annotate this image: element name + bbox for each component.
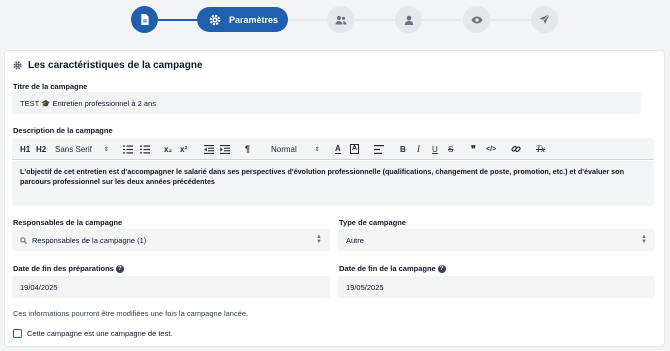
prep-end-date-input[interactable]: 19/04/2025 xyxy=(12,276,330,298)
step-connector xyxy=(422,19,462,21)
step-label: Paramètres xyxy=(229,14,279,25)
campaign-type-select[interactable]: Autre ▲ ▼ xyxy=(338,229,655,251)
section-title: Les caractéristiques de la campagne xyxy=(13,60,203,71)
campaign-type-label: Type de campagne xyxy=(339,218,406,227)
bold-label: B xyxy=(400,144,406,154)
underline-button[interactable]: U xyxy=(432,138,438,160)
size-select-value: Normal xyxy=(271,144,297,154)
step-connector xyxy=(354,19,394,21)
blockquote-button[interactable]: ❞ xyxy=(471,138,476,160)
campaign-title-value: TEST 🎓 Entretien professionnel à 2 ans xyxy=(20,98,156,108)
step-participants[interactable] xyxy=(327,6,354,33)
strike-label: S xyxy=(448,144,454,154)
prep-end-label: Date de fin des préparations ? xyxy=(13,264,124,273)
campaign-title-input[interactable]: TEST 🎓 Entretien professionnel à 2 ans xyxy=(12,92,641,114)
ordered-list-button[interactable] xyxy=(123,138,133,160)
step-send[interactable] xyxy=(531,6,558,33)
chevron-updown-icon: ▲ ▼ xyxy=(641,234,647,245)
size-select[interactable]: Normal ⇕ xyxy=(271,138,320,160)
users-icon xyxy=(335,15,346,24)
step-connector xyxy=(158,19,198,21)
step-parametres[interactable]: Paramètres xyxy=(197,7,288,32)
quote-icon: ❞ xyxy=(471,143,476,154)
stepper: Paramètres xyxy=(0,6,670,34)
subscript-button[interactable]: x₂ xyxy=(164,138,172,160)
h1-label: H1 xyxy=(20,144,31,154)
italic-button[interactable]: I xyxy=(417,138,420,160)
campaign-end-label: Date de fin de la campagne ? xyxy=(339,264,446,273)
paragraph-icon: ¶ xyxy=(245,144,251,154)
background-color-icon: A xyxy=(350,144,360,154)
step-connector xyxy=(490,19,530,21)
gear-icon xyxy=(209,14,221,25)
text-direction-button[interactable]: ¶ xyxy=(245,138,250,160)
indent-button[interactable] xyxy=(220,138,230,160)
test-campaign-row: Cette campagne est une campagne de test. xyxy=(13,329,173,338)
campaign-type-value: Autre xyxy=(346,235,364,245)
align-icon xyxy=(374,144,384,154)
h1-button[interactable]: H1 xyxy=(20,138,30,160)
help-icon[interactable]: ? xyxy=(115,264,124,273)
subscript-label: x₂ xyxy=(164,144,173,154)
campaign-end-label-text: Date de fin de la campagne xyxy=(339,264,436,273)
text-color-button[interactable]: A xyxy=(335,138,341,160)
chevron-updown-icon: ⇕ xyxy=(103,146,109,153)
bullet-list-icon xyxy=(140,144,150,154)
campaign-end-date-input[interactable]: 19/05/2025 xyxy=(338,276,655,298)
test-campaign-checkbox[interactable] xyxy=(13,329,22,338)
code-icon: </> xyxy=(486,145,497,153)
owners-value: Responsables de la campagne (1) xyxy=(32,235,147,245)
chevron-updown-icon: ▲ ▼ xyxy=(316,234,322,245)
superscript-button[interactable]: x² xyxy=(180,138,187,160)
info-text: Ces informations pourront être modifiées… xyxy=(13,309,249,318)
chevron-updown-icon: ⇕ xyxy=(314,146,320,153)
font-select-value: Sans Serif xyxy=(55,144,92,154)
description-label: Description de la campagne xyxy=(13,126,113,135)
h2-label: H2 xyxy=(36,144,47,154)
step-evaluateur[interactable] xyxy=(395,6,422,33)
ordered-list-icon xyxy=(123,145,133,153)
help-icon[interactable]: ? xyxy=(437,264,446,273)
clear-format-icon: Tx xyxy=(536,144,545,154)
step-preview[interactable] xyxy=(463,6,490,33)
step-connector xyxy=(287,19,327,21)
outdent-icon xyxy=(204,144,214,154)
prep-end-label-text: Date de fin des préparations xyxy=(13,264,114,273)
description-value: L'objectif de cet entretien est d'accomp… xyxy=(20,167,624,186)
document-icon xyxy=(140,14,149,25)
step-document[interactable] xyxy=(131,6,158,33)
h2-button[interactable]: H2 xyxy=(36,138,46,160)
campaign-end-value: 19/05/2025 xyxy=(346,282,384,292)
user-icon xyxy=(404,15,413,25)
campaign-title-label: Titre de la campagne xyxy=(13,82,88,91)
eye-icon xyxy=(471,16,482,23)
outdent-button[interactable] xyxy=(204,138,214,160)
description-editor[interactable]: L'objectif de cet entretien est d'accomp… xyxy=(12,161,654,206)
font-select[interactable]: Sans Serif ⇕ xyxy=(55,138,109,160)
align-button[interactable] xyxy=(374,138,384,160)
send-icon xyxy=(539,14,550,24)
background-color-button[interactable]: A xyxy=(350,138,360,160)
text-color-icon: A xyxy=(335,143,341,154)
section-title-text: Les caractéristiques de la campagne xyxy=(28,60,203,71)
search-icon xyxy=(20,236,27,244)
indent-icon xyxy=(220,144,230,154)
superscript-label: x² xyxy=(180,144,188,154)
gear-icon xyxy=(13,61,22,70)
link-button[interactable] xyxy=(511,138,521,160)
owners-select[interactable]: Responsables de la campagne (1) ▲ ▼ xyxy=(12,229,330,251)
prep-end-value: 19/04/2025 xyxy=(20,282,58,292)
strike-button[interactable]: S xyxy=(448,138,453,160)
italic-label: I xyxy=(417,144,420,154)
underline-label: U xyxy=(432,144,438,154)
editor-toolbar: H1 H2 Sans Serif ⇕ x₂ x² ¶ Normal ⇕ A A … xyxy=(12,138,654,160)
test-campaign-label[interactable]: Cette campagne est une campagne de test. xyxy=(27,329,173,338)
clear-format-button[interactable]: Tx xyxy=(536,138,545,160)
bold-button[interactable]: B xyxy=(400,138,406,160)
link-icon xyxy=(511,146,521,152)
code-block-button[interactable]: </> xyxy=(486,138,496,160)
bullet-list-button[interactable] xyxy=(140,138,150,160)
owners-label: Responsables de la campagne xyxy=(13,218,123,227)
